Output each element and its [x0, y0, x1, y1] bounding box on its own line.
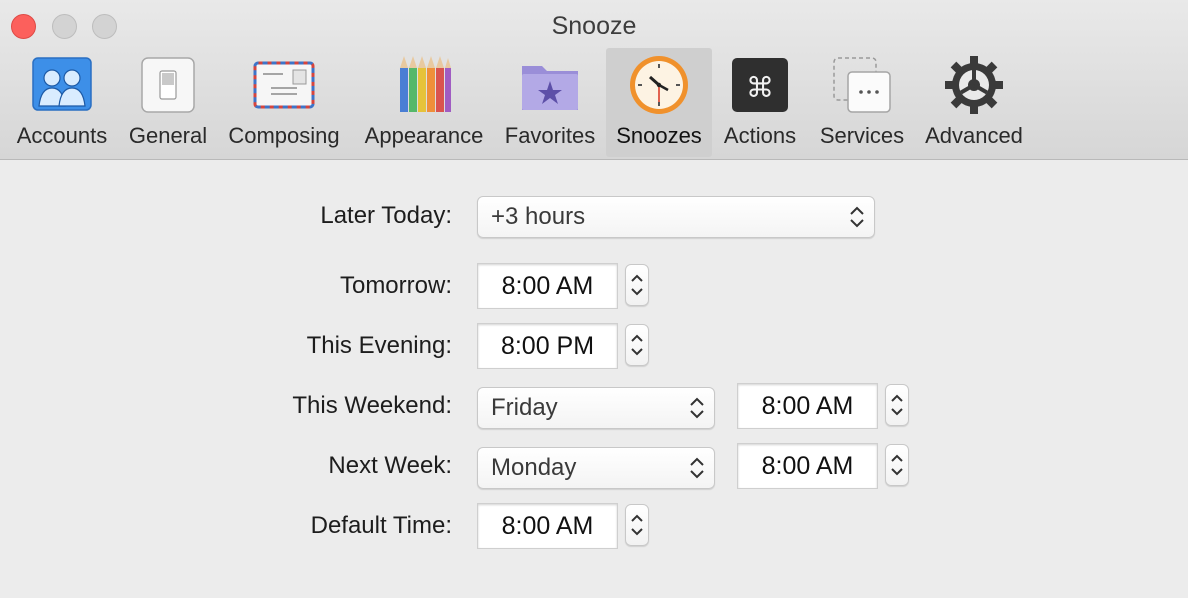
updown-chevron-icon — [850, 206, 864, 228]
tab-appearance[interactable]: Appearance — [356, 48, 492, 157]
accounts-icon — [32, 57, 92, 111]
next-week-label: Next Week: — [328, 452, 452, 479]
default-time-label: Default Time: — [310, 512, 452, 539]
this-weekend-day-value: Friday — [491, 394, 558, 421]
star-folder-icon — [522, 66, 578, 110]
this-evening-time-stepper[interactable] — [625, 324, 649, 366]
command-key-icon: ⌘ — [732, 58, 788, 112]
next-week-day-value: Monday — [491, 454, 577, 481]
envelope-icon — [253, 61, 315, 109]
next-week-day-popup[interactable]: Monday — [477, 447, 715, 489]
this-evening-time-field[interactable]: 8:00 PM — [477, 323, 618, 369]
stepper-arrows-icon — [891, 454, 903, 476]
stepper-arrows-icon — [631, 514, 643, 536]
default-time-field[interactable]: 8:00 AM — [477, 503, 618, 549]
stepper-arrows-icon — [631, 274, 643, 296]
next-week-time-stepper[interactable] — [885, 444, 909, 486]
tab-general[interactable]: General — [122, 48, 214, 157]
svg-text:⌘: ⌘ — [746, 71, 774, 104]
tomorrow-label: Tomorrow: — [339, 272, 452, 299]
tab-snoozes[interactable]: Snoozes — [606, 48, 712, 157]
tab-services[interactable]: Services — [810, 48, 914, 157]
general-switch-icon — [141, 57, 195, 113]
clock-icon — [630, 56, 688, 114]
tab-label: Snoozes — [616, 123, 702, 148]
this-weekend-time-stepper[interactable] — [885, 384, 909, 426]
tab-label: Accounts — [16, 123, 108, 148]
tomorrow-time-stepper[interactable] — [625, 264, 649, 306]
this-weekend-label: This Weekend: — [292, 392, 452, 419]
stepper-arrows-icon — [891, 394, 903, 416]
next-week-time-field[interactable]: 8:00 AM — [737, 443, 878, 489]
window-titlebar: Snooze Accounts General Composing Appear… — [0, 0, 1188, 160]
this-evening-label: This Evening: — [306, 332, 452, 359]
tab-label: Composing — [228, 123, 340, 148]
stepper-arrows-icon — [631, 334, 643, 356]
tab-advanced[interactable]: Advanced — [918, 48, 1030, 157]
gear-icon — [945, 56, 1003, 114]
services-icon — [833, 57, 891, 113]
preferences-toolbar: Accounts General Composing Appearance Fa… — [0, 48, 1188, 158]
tab-label: Actions — [723, 123, 797, 148]
tab-favorites[interactable]: Favorites — [498, 48, 602, 157]
later-today-popup[interactable]: +3 hours — [477, 196, 875, 238]
later-today-value: +3 hours — [491, 203, 586, 230]
tab-label: General — [128, 123, 208, 148]
this-weekend-day-popup[interactable]: Friday — [477, 387, 715, 429]
this-weekend-time-field[interactable]: 8:00 AM — [737, 383, 878, 429]
default-time-stepper[interactable] — [625, 504, 649, 546]
tab-label: Appearance — [364, 123, 484, 148]
tab-label: Services — [819, 123, 905, 148]
tab-label: Advanced — [925, 123, 1023, 148]
tomorrow-time-field[interactable]: 8:00 AM — [477, 263, 618, 309]
tab-accounts[interactable]: Accounts — [8, 48, 116, 157]
updown-chevron-icon — [690, 397, 704, 419]
updown-chevron-icon — [690, 457, 704, 479]
colored-pencils-icon — [400, 56, 451, 112]
window-title: Snooze — [551, 12, 637, 40]
later-today-label: Later Today: — [320, 202, 452, 229]
tab-actions[interactable]: ⌘ Actions — [716, 48, 804, 157]
tab-label: Favorites — [504, 123, 596, 148]
tab-composing[interactable]: Composing — [220, 48, 348, 157]
